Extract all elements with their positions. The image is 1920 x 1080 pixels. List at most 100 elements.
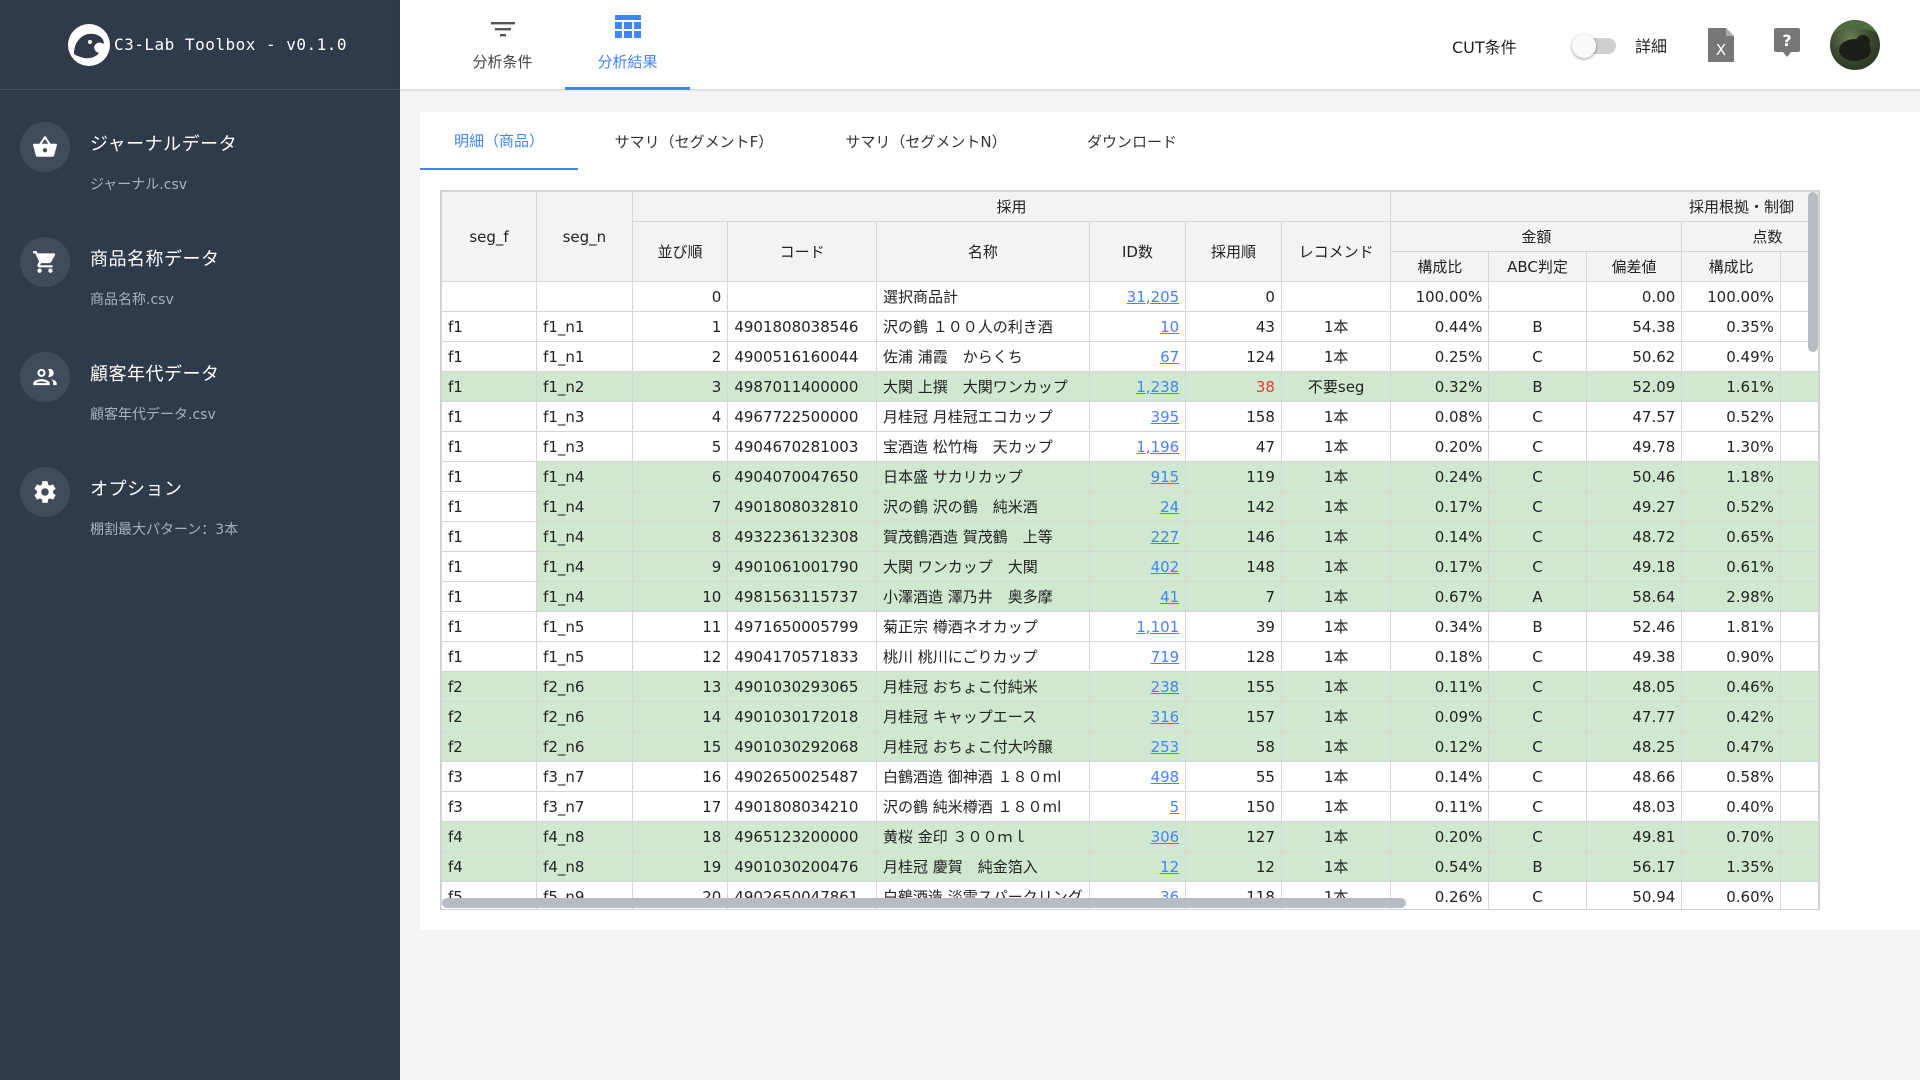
cell-code: 4901030200476: [727, 851, 877, 882]
vertical-scrollbar[interactable]: [1808, 192, 1818, 352]
ids-link[interactable]: 227: [1151, 528, 1180, 546]
table-row[interactable]: f2 f2_n6 14 4901030172018 月桂冠 キャップエース 316 157 1…: [441, 701, 1819, 732]
ids-link[interactable]: 316: [1151, 708, 1180, 726]
sidebar-item-journal[interactable]: ジャーナルデータ ジャーナル.csv: [0, 90, 400, 205]
table-row[interactable]: f1 f1_n4 8 4932236132308 賀茂鶴酒造 賀茂鶴 上等 227 146 1…: [441, 521, 1819, 552]
subtab-download[interactable]: ダウンロード: [1042, 112, 1222, 170]
cell-ids[interactable]: 498: [1088, 761, 1187, 792]
table-row[interactable]: f1 f1_n5 11 4971650005799 菊正宗 樽酒ネオカップ 1,101 39…: [441, 611, 1819, 642]
excel-icon[interactable]: X: [1708, 28, 1740, 62]
horizontal-scrollbar[interactable]: [442, 898, 1406, 908]
table-row[interactable]: f4 f4_n8 19 4901030200476 月桂冠 慶賀 純金箔入 12 12 1本 0…: [441, 851, 1819, 882]
subtab-summary-segment-n[interactable]: サマリ（セグメントN）: [810, 112, 1042, 170]
cell-order: 10: [631, 581, 729, 612]
col-order[interactable]: 並び順: [631, 221, 729, 282]
col-seg-f[interactable]: seg_f: [441, 191, 538, 282]
subtab-detail-product[interactable]: 明細（商品）: [420, 112, 578, 170]
table-row[interactable]: f1 f1_n4 7 4901808032810 沢の鶴 沢の鶴 純米酒 24 142 1本 0…: [441, 491, 1819, 522]
ids-link[interactable]: 719: [1151, 648, 1180, 666]
help-icon[interactable]: ?: [1774, 28, 1806, 62]
col-adopt-order[interactable]: 採用順: [1185, 221, 1282, 282]
col-ids[interactable]: ID数: [1088, 221, 1187, 282]
cell-points-ratio: 1.18%: [1681, 461, 1781, 492]
ids-link[interactable]: 238: [1151, 678, 1180, 696]
table-row[interactable]: f1 f1_n1 1 4901808038546 沢の鶴 １００人の利き酒 10 43 1本 0…: [441, 311, 1819, 342]
cell-abc: C: [1488, 461, 1587, 492]
ids-link[interactable]: 306: [1151, 828, 1180, 846]
sidebar-item-customer[interactable]: 顧客年代データ 顧客年代データ.csv: [0, 320, 400, 435]
table-row[interactable]: f4 f4_n8 18 4965123200000 黄桜 金印 ３００ｍｌ 306 127 1…: [441, 821, 1819, 852]
cell-order: 9: [631, 551, 729, 582]
cell-ids[interactable]: 10: [1088, 311, 1187, 342]
cell-seg-n: f1_n1: [536, 341, 633, 372]
cell-ids[interactable]: 67: [1088, 341, 1187, 372]
cell-ids[interactable]: 253: [1088, 731, 1187, 762]
cell-ids[interactable]: 316: [1088, 701, 1187, 732]
cell-ids[interactable]: 395: [1088, 401, 1187, 432]
ids-link[interactable]: 31,205: [1127, 288, 1180, 306]
ids-link[interactable]: 915: [1151, 468, 1180, 486]
results-table-container[interactable]: seg_f seg_n 採用 採用根拠・制御 並び順 コード 名称 ID数 採用…: [440, 190, 1820, 910]
subtab-summary-segment-f[interactable]: サマリ（セグメントF）: [578, 112, 810, 170]
cell-ids[interactable]: 5: [1088, 791, 1187, 822]
cell-ids[interactable]: 1,238: [1088, 371, 1187, 402]
col-points-ratio[interactable]: 構成比: [1681, 251, 1781, 282]
cell-order: 2: [631, 341, 729, 372]
cell-ids[interactable]: 719: [1088, 641, 1187, 672]
sidebar-item-options[interactable]: オプション 棚割最大パターン：3本: [0, 435, 400, 550]
col-recommend[interactable]: レコメンド: [1280, 221, 1392, 282]
detail-toggle[interactable]: [1572, 34, 1616, 58]
cell-ids[interactable]: 12: [1088, 851, 1187, 882]
cell-ids[interactable]: 227: [1088, 521, 1187, 552]
cell-points-ratio: 1.81%: [1681, 611, 1781, 642]
cell-ids[interactable]: 915: [1088, 461, 1187, 492]
ids-link[interactable]: 253: [1151, 738, 1180, 756]
cart-icon: [20, 237, 70, 287]
cell-ids[interactable]: 41: [1088, 581, 1187, 612]
ids-link[interactable]: 1,238: [1136, 378, 1179, 396]
tab-analysis-conditions[interactable]: 分析条件: [440, 0, 565, 90]
ids-link[interactable]: 5: [1170, 798, 1180, 816]
cell-ids[interactable]: 1,196: [1088, 431, 1187, 462]
table-row[interactable]: f1 f1_n4 6 4904070047650 日本盛 サカリカップ 915 119 1本 0…: [441, 461, 1819, 492]
table-row[interactable]: f1 f1_n3 4 4967722500000 月桂冠 月桂冠エコカップ 395 158 1…: [441, 401, 1819, 432]
col-code[interactable]: コード: [727, 221, 877, 282]
table-row[interactable]: f3 f3_n7 16 4902650025487 白鶴酒造 御神酒 １８０ml 498 5…: [441, 761, 1819, 792]
col-deviation[interactable]: 偏差値: [1585, 251, 1683, 282]
cell-ids[interactable]: 402: [1088, 551, 1187, 582]
cell-ids[interactable]: 1,101: [1088, 611, 1187, 642]
col-name[interactable]: 名称: [875, 221, 1090, 282]
tab-analysis-results[interactable]: 分析結果: [565, 0, 690, 90]
ids-link[interactable]: 12: [1160, 858, 1179, 876]
ids-link[interactable]: 10: [1160, 318, 1179, 336]
table-row[interactable]: f1 f1_n2 3 4987011400000 大関 上撰 大関ワンカップ 1,238 3…: [441, 371, 1819, 402]
ids-link[interactable]: 24: [1160, 498, 1179, 516]
table-row[interactable]: f2 f2_n6 15 4901030292068 月桂冠 おちょこ付大吟醸 253 58 1…: [441, 731, 1819, 762]
sidebar-item-product[interactable]: 商品名称データ 商品名称.csv: [0, 205, 400, 320]
ids-link[interactable]: 41: [1160, 588, 1179, 606]
col-abc[interactable]: ABC判定: [1488, 251, 1587, 282]
avatar[interactable]: [1830, 20, 1880, 70]
cell-ids[interactable]: 31,205: [1088, 281, 1187, 312]
cell-ids[interactable]: 24: [1088, 491, 1187, 522]
table-row[interactable]: f2 f2_n6 13 4901030293065 月桂冠 おちょこ付純米 238 155 1…: [441, 671, 1819, 702]
cell-ids[interactable]: 238: [1088, 671, 1187, 702]
table-row[interactable]: f1 f1_n4 10 4981563115737 小澤酒造 澤乃井 奥多摩 41 7 1本 0…: [441, 581, 1819, 612]
table-row[interactable]: f3 f3_n7 17 4901808034210 沢の鶴 純米樽酒 １８０ml 5 150…: [441, 791, 1819, 822]
cell-cutoff: [1779, 881, 1819, 909]
table-row[interactable]: f1 f1_n4 9 4901061001790 大関 ワンカップ 大関 402 148 1本…: [441, 551, 1819, 582]
col-seg-n[interactable]: seg_n: [536, 191, 633, 282]
table-row[interactable]: f1 f1_n3 5 4904670281003 宝酒造 松竹梅 天カップ 1,196 47…: [441, 431, 1819, 462]
table-row[interactable]: f1 f1_n1 2 4900516160044 佐浦 浦霞 からくち 67 124 1本 0.…: [441, 341, 1819, 372]
cell-code: 4901808032810: [727, 491, 877, 522]
ids-link[interactable]: 67: [1160, 348, 1179, 366]
col-amount-ratio[interactable]: 構成比: [1390, 251, 1490, 282]
cell-ids[interactable]: 306: [1088, 821, 1187, 852]
ids-link[interactable]: 498: [1151, 768, 1180, 786]
ids-link[interactable]: 395: [1151, 408, 1180, 426]
ids-link[interactable]: 402: [1151, 558, 1180, 576]
table-row[interactable]: f1 f1_n5 12 4904170571833 桃川 桃川にごりカップ 719 128 1…: [441, 641, 1819, 672]
ids-link[interactable]: 1,101: [1136, 618, 1179, 636]
ids-link[interactable]: 1,196: [1136, 438, 1179, 456]
logo-icon: [68, 23, 110, 66]
